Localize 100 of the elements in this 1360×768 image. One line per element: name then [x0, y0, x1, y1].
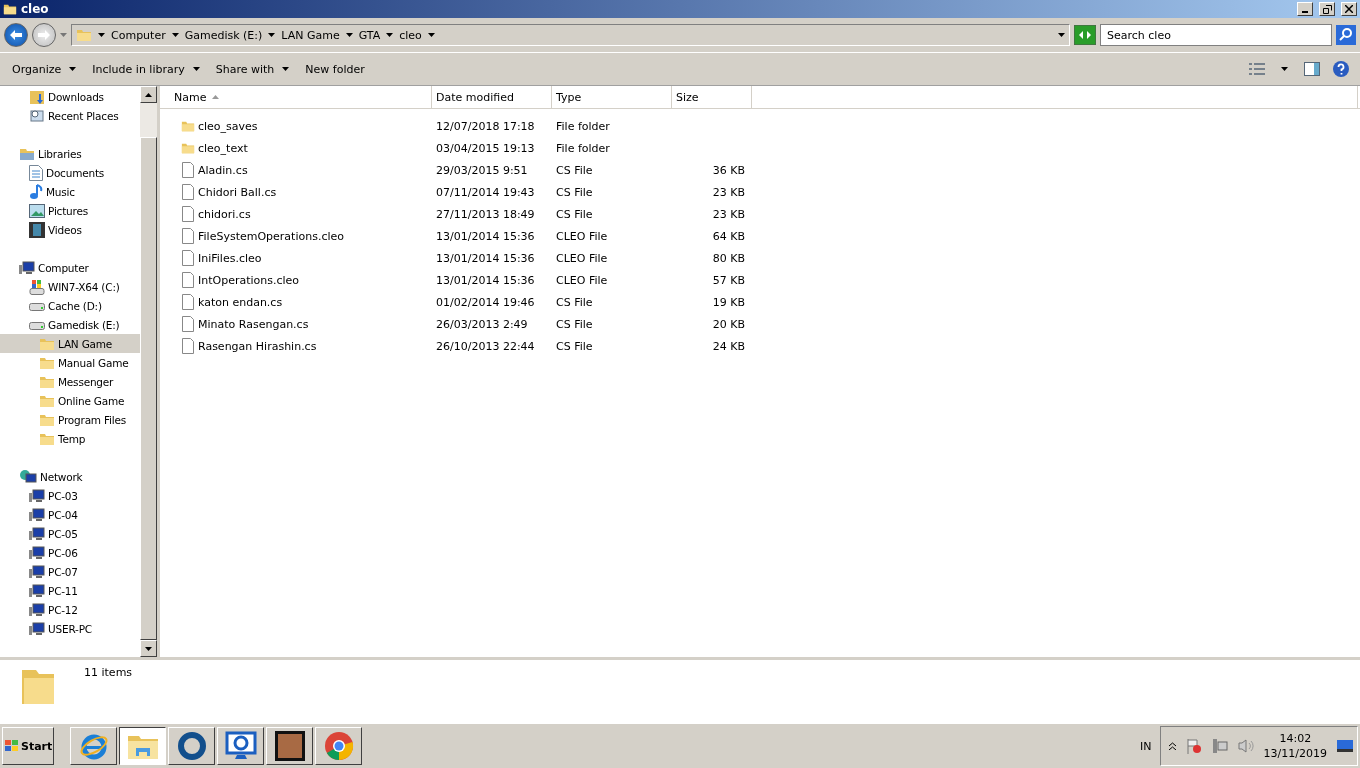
back-button[interactable]	[4, 23, 28, 47]
tree-item[interactable]: PC-11	[0, 581, 140, 600]
file-icon	[182, 316, 194, 332]
type-cell-text: CS File	[555, 317, 594, 331]
preview-pane-icon[interactable]	[1304, 62, 1320, 76]
scroll-up-button[interactable]	[140, 86, 157, 103]
drive-icon	[29, 319, 45, 330]
file-icon	[182, 250, 194, 266]
tree-item[interactable]: Pictures	[0, 201, 140, 220]
file-row[interactable]: chidori.cs 27/11/2013 18:49 CS File 23 KB	[160, 203, 1360, 225]
file-row[interactable]: Aladin.cs 29/03/2015 9:51 CS File 36 KB	[160, 159, 1360, 181]
file-row[interactable]: IniFiles.cleo 13/01/2014 15:36 CLEO File 80 KB	[160, 247, 1360, 269]
type-cell-text: CLEO File	[555, 229, 609, 243]
file-icon	[182, 162, 194, 178]
tree-item[interactable]: Online Game	[0, 391, 140, 410]
tree-item[interactable]: Gamedisk (E:)	[0, 315, 140, 334]
caret-icon	[386, 33, 394, 37]
column-header[interactable]: Name	[160, 86, 432, 108]
tree-item[interactable]: PC-06	[0, 543, 140, 562]
size-cell-text: 23 KB	[711, 185, 746, 199]
type-cell-text: CS File	[555, 185, 594, 199]
tree-item[interactable]: Downloads	[0, 87, 140, 106]
toolbar-button[interactable]: Include in library	[84, 58, 208, 80]
breadcrumb[interactable]: Computer	[111, 28, 179, 42]
column-header[interactable]: Size	[672, 86, 752, 108]
recent-places-icon	[29, 107, 45, 124]
help-icon[interactable]	[1332, 60, 1350, 78]
file-row[interactable]: Minato Rasengan.cs 26/03/2013 2:49 CS File 20 KB	[160, 313, 1360, 335]
tree-item[interactable]: PC-12	[0, 600, 140, 619]
tree-item[interactable]: Program Files	[0, 410, 140, 429]
date-cell-text: 03/04/2015 19:13	[435, 141, 536, 155]
computer-icon	[19, 260, 35, 275]
date-cell-text: 13/01/2014 15:36	[435, 251, 536, 265]
tree-item[interactable]: Recent Places	[0, 106, 140, 125]
tree-item[interactable]: Libraries	[0, 144, 140, 163]
file-name: Rasengan Hirashin.cs	[198, 339, 318, 353]
show-desktop-icon[interactable]	[1337, 740, 1353, 752]
tree-item[interactable]: Temp	[0, 429, 140, 448]
tree-item[interactable]: PC-05	[0, 524, 140, 543]
tree-item[interactable]: USER-PC	[0, 619, 140, 638]
clock[interactable]: 14:02 13/11/2019	[1263, 732, 1327, 760]
caret-up-icon	[145, 92, 152, 97]
minimize-button[interactable]	[1297, 2, 1313, 16]
file-row[interactable]: IntOperations.cleo 13/01/2014 15:36 CLEO File 57 KB	[160, 269, 1360, 291]
toolbar-button[interactable]: Share with	[207, 58, 298, 80]
computer-icon	[29, 526, 45, 541]
tree-item[interactable]: PC-04	[0, 505, 140, 524]
file-row[interactable]: cleo_saves 12/07/2018 17:18 File folder	[160, 115, 1360, 137]
tree-item[interactable]: Messenger	[0, 372, 140, 391]
restore-button[interactable]	[1319, 2, 1335, 16]
toolbar-button[interactable]: Organize	[4, 58, 85, 80]
tree-item[interactable]: PC-07	[0, 562, 140, 581]
close-button[interactable]	[1341, 2, 1357, 16]
file-row[interactable]: FileSystemOperations.cleo 13/01/2014 15:36 CLEO File 64 KB	[160, 225, 1360, 247]
taskbar-app[interactable]	[119, 727, 166, 765]
caret-icon	[268, 33, 276, 37]
refresh-icon[interactable]	[1074, 25, 1096, 45]
search-field[interactable]: Search cleo	[1100, 24, 1332, 46]
language-indicator[interactable]: IN	[1140, 739, 1152, 753]
toolbar-button[interactable]: New folder	[297, 58, 373, 80]
view-options-icon[interactable]	[1249, 63, 1265, 75]
tree-item[interactable]: Videos	[0, 220, 140, 239]
file-row[interactable]: katon endan.cs 01/02/2014 19:46 CS File 19 KB	[160, 291, 1360, 313]
windows-drive-icon	[29, 278, 45, 295]
file-row[interactable]: Chidori Ball.cs 07/11/2014 19:43 CS File 23 KB	[160, 181, 1360, 203]
type-cell-text: CLEO File	[555, 273, 609, 287]
item-count: 11 items	[84, 666, 133, 679]
file-row[interactable]: Rasengan Hirashin.cs 26/10/2013 22:44 CS File 24 KB	[160, 335, 1360, 357]
breadcrumb[interactable]: cleo	[399, 28, 435, 42]
tree-item[interactable]: Music	[0, 182, 140, 201]
caret-icon	[1058, 33, 1065, 37]
scroll-down-button[interactable]	[140, 640, 157, 657]
tree-item[interactable]: Documents	[0, 163, 140, 182]
tree-item[interactable]: WIN7-X64 (C:)	[0, 277, 140, 296]
column-header[interactable]: Date modified	[432, 86, 552, 108]
file-row[interactable]: cleo_text 03/04/2015 19:13 File folder	[160, 137, 1360, 159]
tree-item[interactable]: Computer	[0, 258, 140, 277]
chevron-up-icon[interactable]	[1168, 742, 1176, 750]
flag-error-icon[interactable]	[1185, 738, 1202, 754]
start-button[interactable]: Start	[2, 727, 54, 765]
tree-item[interactable]: PC-03	[0, 486, 140, 505]
address-bar[interactable]: Computer Gamedisk (E:) LAN Game GTA cleo	[71, 24, 1070, 46]
size-cell-text: 20 KB	[711, 317, 746, 331]
date-cell-text: 01/02/2014 19:46	[435, 295, 536, 309]
computer-icon	[29, 564, 45, 579]
breadcrumb[interactable]: LAN Game	[281, 28, 353, 42]
scrollbar[interactable]	[140, 86, 157, 657]
breadcrumb[interactable]: GTA	[358, 28, 394, 42]
tree-item[interactable]: Manual Game	[0, 353, 140, 372]
column-header[interactable]: Type	[552, 86, 672, 108]
file-name: cleo_text	[198, 141, 249, 155]
search-icon[interactable]	[1336, 25, 1356, 45]
file-name: cleo_saves	[198, 119, 259, 133]
forward-button[interactable]	[32, 23, 56, 47]
network-globe-icon	[19, 468, 37, 485]
tree-item[interactable]: Network	[0, 467, 140, 486]
tree-item[interactable]: LAN Game	[0, 334, 140, 353]
date-cell-text: 12/07/2018 17:18	[435, 119, 536, 133]
breadcrumb[interactable]: Gamedisk (E:)	[184, 28, 276, 42]
tree-item[interactable]: Cache (D:)	[0, 296, 140, 315]
